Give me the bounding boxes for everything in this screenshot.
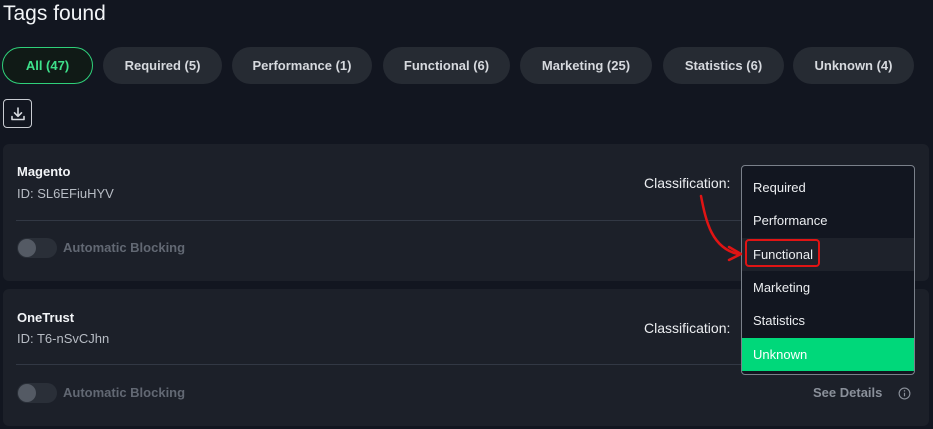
filter-chip-marketing[interactable]: Marketing (25): [520, 47, 652, 84]
info-icon[interactable]: [898, 387, 911, 400]
automatic-blocking-toggle[interactable]: [17, 238, 57, 258]
download-icon: [10, 106, 25, 120]
tag-name: Magento: [17, 164, 71, 179]
tag-id: ID: SL6EFiuHYV: [17, 186, 114, 201]
filter-chip-all[interactable]: All (47): [2, 47, 93, 84]
dropdown-option-performance[interactable]: Performance: [742, 204, 914, 237]
tag-id: ID: T6-nSvCJhn: [17, 331, 110, 346]
dropdown-option-statistics[interactable]: Statistics: [742, 304, 914, 337]
toggle-knob: [18, 239, 36, 257]
filter-chip-required[interactable]: Required (5): [103, 47, 222, 84]
dropdown-option-unknown[interactable]: Unknown: [742, 338, 914, 371]
toggle-knob: [18, 384, 36, 402]
filter-chip-statistics[interactable]: Statistics (6): [663, 47, 784, 84]
page-title: Tags found: [3, 2, 106, 25]
dropdown-option-required[interactable]: Required: [742, 171, 914, 204]
classification-label: Classification:: [644, 175, 731, 191]
automatic-blocking-label: Automatic Blocking: [63, 385, 186, 400]
download-button[interactable]: [3, 99, 32, 128]
see-details-link[interactable]: See Details: [813, 385, 882, 400]
automatic-blocking-label: Automatic Blocking: [63, 240, 186, 255]
filter-chip-functional[interactable]: Functional (6): [383, 47, 510, 84]
dropdown-option-marketing[interactable]: Marketing: [742, 271, 914, 304]
card-divider: [16, 364, 755, 365]
tag-name: OneTrust: [17, 310, 75, 325]
classification-dropdown-menu: Required Performance Functional Marketin…: [741, 165, 915, 375]
annotation-highlight-box: [745, 239, 820, 267]
classification-label: Classification:: [644, 320, 731, 336]
automatic-blocking-toggle[interactable]: [17, 383, 57, 403]
filter-chip-unknown[interactable]: Unknown (4): [793, 47, 914, 84]
filter-chip-performance[interactable]: Performance (1): [232, 47, 372, 84]
card-divider: [16, 220, 755, 221]
